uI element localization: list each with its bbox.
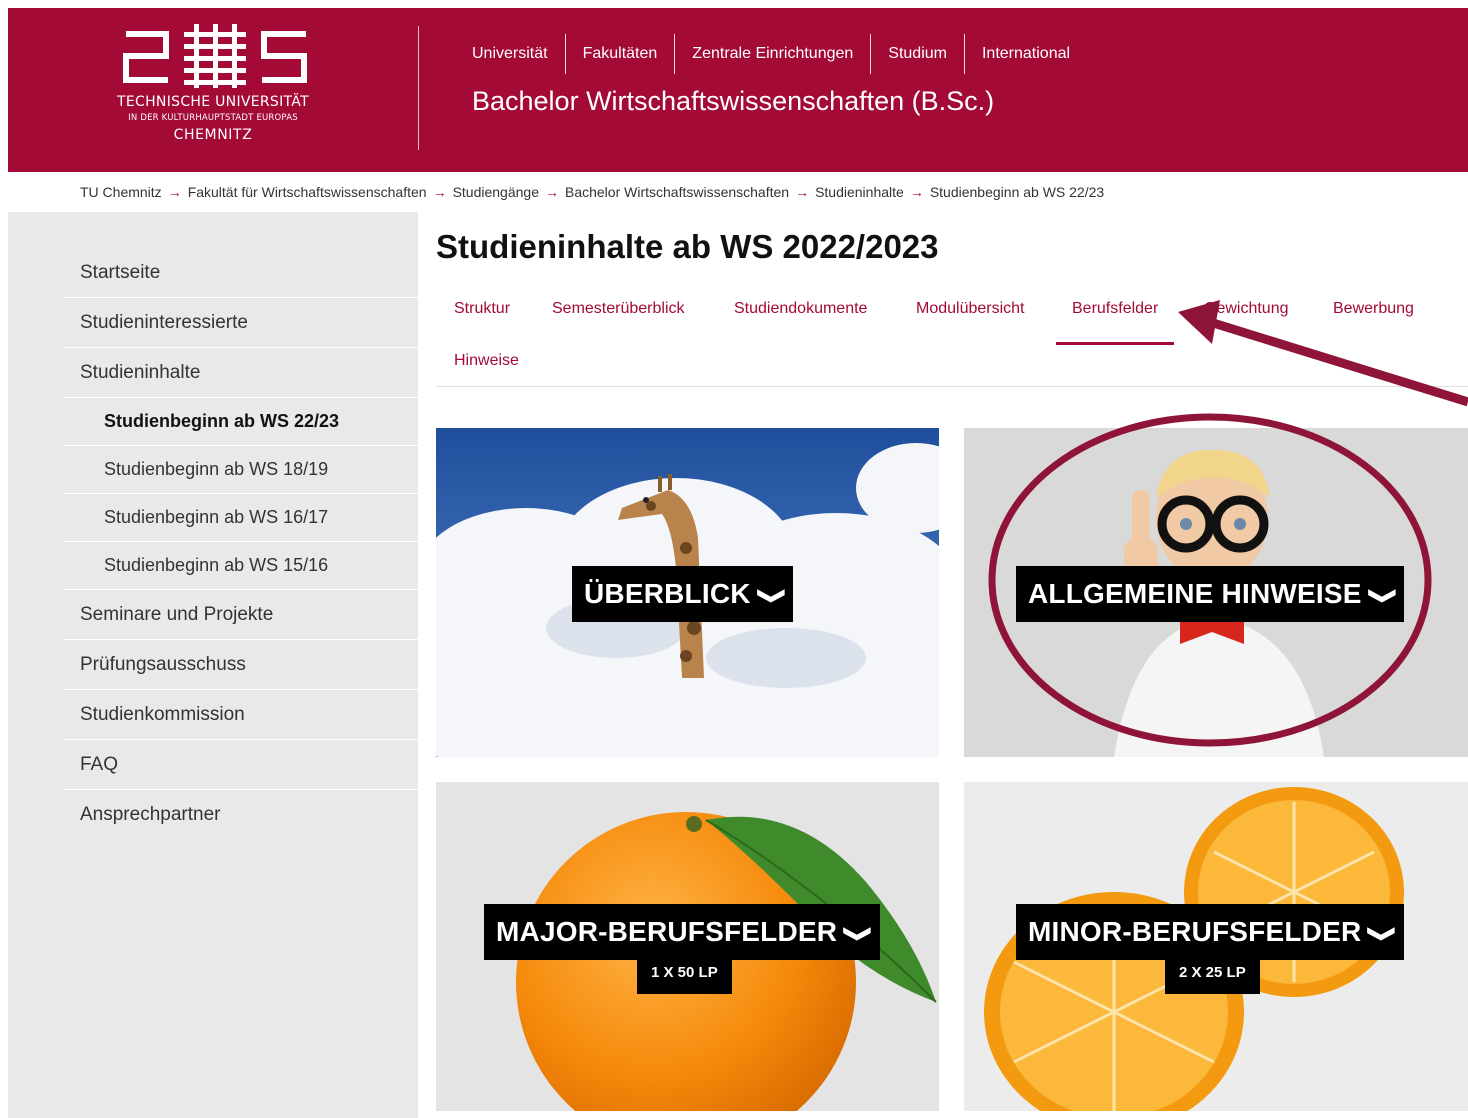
active-tab-indicator: [1056, 342, 1175, 345]
tile-minor-berufsfelder-sub: 2 X 25 LP: [1165, 952, 1260, 994]
annotation-arrow-line: [1208, 317, 1468, 407]
tile-major-berufsfelder-sub: 1 X 50 LP: [637, 952, 732, 994]
breadcrumb: TU Chemnitz → Fakultät für Wirtschaftswiss…: [80, 184, 1104, 200]
chevron-down-icon: ❯: [1368, 924, 1399, 944]
logo-text-line2: IN DER KULTURHAUPTSTADT EUROPAS: [128, 113, 298, 123]
breadcrumb-item[interactable]: Studiengänge: [453, 184, 539, 200]
sidebar: Startseite Studieninteressierte Studieni…: [8, 212, 418, 1118]
header-divider: [418, 26, 419, 150]
tab-moduluebersicht[interactable]: Modulübersicht: [916, 300, 1025, 318]
tu-chemnitz-logo-icon: [123, 24, 307, 88]
sidebar-item-faq[interactable]: FAQ: [64, 740, 418, 790]
tile-minor-berufsfelder-text: MINOR-BERUFSFELDER: [1028, 916, 1362, 947]
tabs-divider: [436, 386, 1468, 387]
page-title: Studieninhalte ab WS 2022/2023: [436, 228, 939, 265]
arrow-right-icon: →: [795, 184, 810, 200]
tile-allgemeine-hinweise-label[interactable]: ALLGEMEINE HINWEISE ❯: [1016, 566, 1405, 622]
tab-berufsfelder[interactable]: Berufsfelder: [1056, 300, 1175, 345]
sidebar-item-studienkommission[interactable]: Studienkommission: [64, 690, 418, 740]
sidebar-menu: Startseite Studieninteressierte Studieni…: [64, 248, 418, 839]
tile-ueberblick[interactable]: ÜBERBLICK ❯: [436, 428, 939, 757]
topnav-universitaet[interactable]: Universität: [472, 34, 565, 74]
topnav-fakultaeten[interactable]: Fakultäten: [564, 34, 675, 74]
tile-major-berufsfelder[interactable]: MAJOR-BERUFSFELDER ❯ 1 X 50 LP: [436, 782, 939, 1111]
topnav-studium[interactable]: Studium: [870, 34, 964, 74]
topnav-zentrale-einrichtungen[interactable]: Zentrale Einrichtungen: [674, 34, 870, 74]
sidebar-item-studieninhalte[interactable]: Studieninhalte: [64, 348, 418, 398]
tab-studiendokumente[interactable]: Studiendokumente: [734, 300, 867, 318]
sidebar-item-startseite[interactable]: Startseite: [64, 248, 418, 298]
tab-berufsfelder-label: Berufsfelder: [1072, 300, 1159, 317]
breadcrumb-item[interactable]: TU Chemnitz: [80, 184, 162, 200]
breadcrumb-item[interactable]: Studieninhalte: [815, 184, 904, 200]
sidebar-subitem-ws-16-17[interactable]: Studienbeginn ab WS 16/17: [64, 494, 418, 542]
sidebar-subitem-ws-15-16[interactable]: Studienbeginn ab WS 15/16: [64, 542, 418, 590]
tab-semesterueberblick[interactable]: Semesterüberblick: [552, 300, 685, 318]
sidebar-item-pruefungsausschuss[interactable]: Prüfungsausschuss: [64, 640, 418, 690]
arrow-right-icon: →: [167, 184, 182, 200]
arrow-right-icon: →: [909, 184, 924, 200]
arrow-right-icon: →: [432, 184, 447, 200]
tile-major-berufsfelder-text: MAJOR-BERUFSFELDER: [496, 916, 838, 947]
sidebar-item-ansprechpartner[interactable]: Ansprechpartner: [64, 790, 418, 839]
breadcrumb-item[interactable]: Bachelor Wirtschaftswissenschaften: [565, 184, 789, 200]
sidebar-subitem-ws-18-19[interactable]: Studienbeginn ab WS 18/19: [64, 446, 418, 494]
chevron-down-icon: ❯: [757, 586, 788, 606]
site-header: TECHNISCHE UNIVERSITÄT IN DER KULTURHAUP…: [8, 8, 1468, 172]
chevron-down-icon: ❯: [1368, 586, 1399, 606]
topnav-international[interactable]: International: [963, 34, 1087, 74]
tab-hinweise[interactable]: Hinweise: [454, 352, 519, 370]
sidebar-item-studieninteressierte[interactable]: Studieninteressierte: [64, 298, 418, 348]
tab-bewerbung[interactable]: Bewerbung: [1333, 300, 1414, 318]
tab-struktur[interactable]: Struktur: [454, 300, 510, 318]
tile-ueberblick-text: ÜBERBLICK: [584, 578, 751, 609]
sidebar-item-seminare-und-projekte[interactable]: Seminare und Projekte: [64, 590, 418, 640]
tile-ueberblick-label[interactable]: ÜBERBLICK ❯: [572, 566, 794, 622]
breadcrumb-item-current[interactable]: Studienbeginn ab WS 22/23: [930, 184, 1104, 200]
tile-minor-berufsfelder[interactable]: MINOR-BERUFSFELDER ❯ 2 X 25 LP: [964, 782, 1468, 1111]
top-navigation: Universität Fakultäten Zentrale Einricht…: [472, 34, 1087, 74]
breadcrumb-item[interactable]: Fakultät für Wirtschaftswissenschaften: [188, 184, 427, 200]
tile-allgemeine-hinweise-text: ALLGEMEINE HINWEISE: [1028, 578, 1362, 609]
tile-allgemeine-hinweise[interactable]: ALLGEMEINE HINWEISE ❯: [964, 428, 1468, 757]
university-logo[interactable]: TECHNISCHE UNIVERSITÄT IN DER KULTURHAUP…: [8, 8, 418, 172]
tab-gewichtung[interactable]: Gewichtung: [1204, 300, 1289, 318]
site-title[interactable]: Bachelor Wirtschaftswissenschaften (B.Sc…: [472, 86, 994, 117]
arrow-right-icon: →: [544, 184, 559, 200]
logo-text-line3: CHEMNITZ: [173, 127, 253, 143]
chevron-down-icon: ❯: [844, 924, 875, 944]
logo-text-line1: TECHNISCHE UNIVERSITÄT: [117, 94, 309, 110]
sidebar-subitem-ws-22-23[interactable]: Studienbeginn ab WS 22/23: [64, 398, 418, 446]
